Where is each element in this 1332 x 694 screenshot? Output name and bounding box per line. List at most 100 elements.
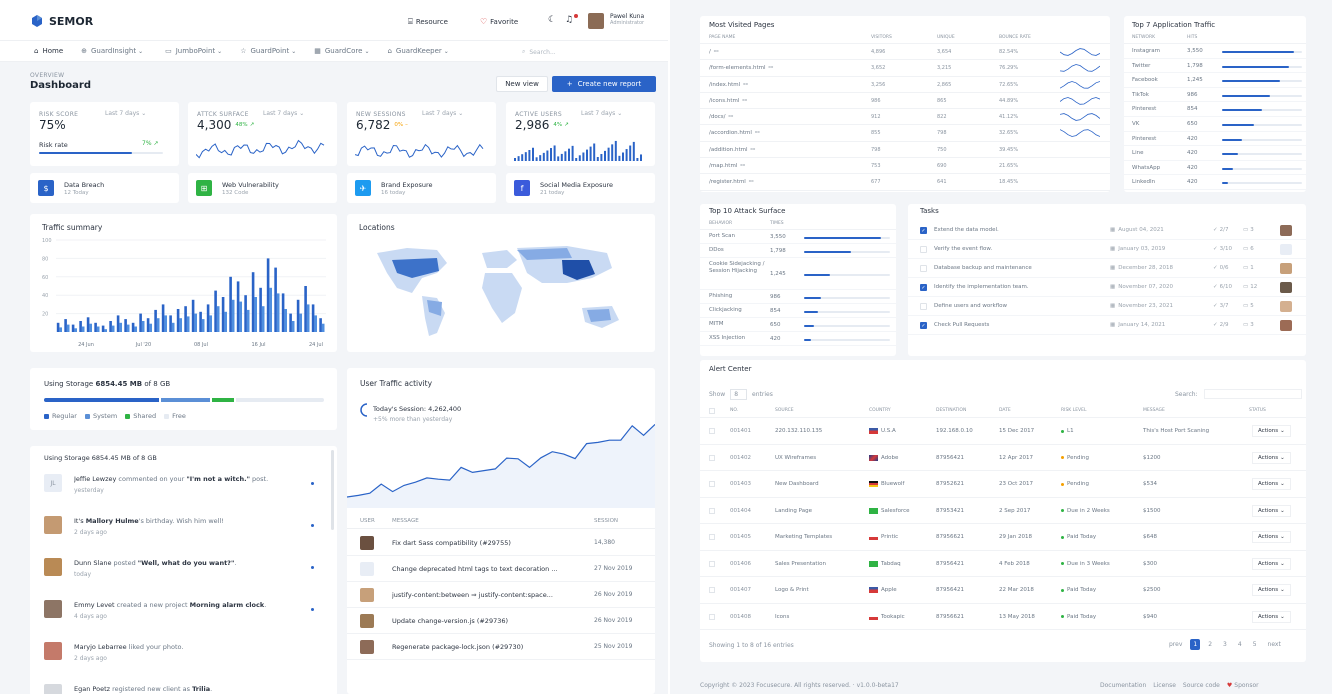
task-row[interactable]: Database backup and maintenance ▦ December…	[908, 259, 1306, 278]
actions-dropdown[interactable]: Actions ⌄	[1252, 478, 1291, 490]
checkbox[interactable]	[920, 303, 927, 310]
kpi-period-select[interactable]: Last 7 days ⌄	[263, 110, 304, 117]
activity-item[interactable]: Emmy Levet created a new project Morning…	[30, 592, 330, 634]
actions-dropdown[interactable]: Actions ⌄	[1252, 610, 1291, 623]
row-checkbox[interactable]	[709, 587, 715, 593]
commit-row[interactable]: justify-content:between ⇒ justify-conten…	[347, 582, 655, 608]
mv-row[interactable]: /form-elements.html ⚯ 3,652 3,215 76.29%	[700, 60, 1110, 77]
kpi-period-select[interactable]: Last 7 days ⌄	[422, 110, 463, 117]
alert-table-row[interactable]: 001406 Sales Presentation Tabdaq 87956421 4 …	[700, 551, 1306, 577]
alert-table-row[interactable]: 001401 220.132.110.135 U.S.A 192.168.0.10 15…	[700, 418, 1306, 445]
row-checkbox[interactable]	[709, 454, 715, 461]
attack-row[interactable]: Clickjacking 854	[700, 304, 896, 318]
activity-item[interactable]: Egan Poetz registered new client as Tril…	[30, 676, 330, 694]
bell-icon[interactable]: ♫	[565, 15, 573, 25]
app-row[interactable]: WhatsApp 420	[1124, 161, 1306, 176]
checkbox[interactable]	[920, 246, 927, 253]
actions-dropdown[interactable]: Actions ⌄	[1252, 504, 1291, 517]
create-report-button[interactable]: + Create new report	[552, 76, 656, 92]
footer-link[interactable]: License	[1153, 682, 1176, 689]
alert-summary-card-2[interactable]: ✈ Brand Exposure 16 today	[347, 173, 496, 203]
alert-summary-card-3[interactable]: f Social Media Exposure 21 today	[506, 173, 655, 203]
task-row[interactable]: ✓ Identify the implementation team. ▦ Novem…	[908, 278, 1306, 297]
app-row[interactable]: Instagram 3,550	[1124, 44, 1306, 59]
new-view-button[interactable]: New view	[496, 76, 548, 92]
commit-row[interactable]: Change deprecated html tags to text deco…	[347, 556, 655, 582]
app-row[interactable]: Pinterest 854	[1124, 102, 1306, 117]
activity-item[interactable]: Dunn Slane posted "Well, what do you wan…	[30, 550, 330, 592]
nav-item-0[interactable]: ⌂ Home	[34, 47, 63, 55]
page-1[interactable]: 1	[1190, 639, 1201, 650]
table-search-input[interactable]	[1203, 389, 1302, 399]
app-row[interactable]: Pinterest 420	[1124, 132, 1306, 147]
activity-item[interactable]: It's Mallory Hulme's birthday. Wish him …	[30, 508, 330, 550]
app-row[interactable]: VK 650	[1124, 117, 1306, 132]
page-5[interactable]: 5	[1250, 639, 1260, 650]
checkbox-checked[interactable]: ✓	[920, 284, 927, 291]
attack-row[interactable]: Cookie Sidejacking / Session Hijacking 1,…	[700, 258, 896, 290]
task-row[interactable]: Verify the event flow. ▦ January 03, 2019 ✓…	[908, 240, 1306, 259]
column-header[interactable]: NO.	[730, 408, 738, 413]
app-row[interactable]: Line 420	[1124, 146, 1306, 161]
mv-row[interactable]: /register.html ⚯ 677 641 18.45%	[700, 174, 1110, 191]
activity-item[interactable]: Maryjo Lebarree liked your photo. 2 days …	[30, 634, 330, 676]
footer-link[interactable]: Sponsor	[1234, 682, 1258, 689]
actions-dropdown[interactable]: Actions ⌄	[1252, 557, 1291, 570]
column-header[interactable]: RISK LEVEL	[1061, 408, 1086, 413]
alert-summary-card-0[interactable]: $ Data Breach 12 Today	[30, 173, 179, 203]
app-row[interactable]: Facebook 1,245	[1124, 73, 1306, 88]
attack-row[interactable]: MITM 650	[700, 318, 896, 332]
actions-dropdown[interactable]: Actions ⌄	[1252, 584, 1291, 596]
alert-table-row[interactable]: 001404 Landing Page Salesforce 87953421 2 Se…	[700, 498, 1306, 524]
nav-item-4[interactable]: ▦ GuardCore ⌄	[314, 47, 369, 55]
resource-link[interactable]: ⌸ Resource	[408, 17, 448, 27]
page-2[interactable]: 2	[1205, 639, 1215, 650]
column-header[interactable]: DATE	[999, 408, 1011, 413]
checkbox-checked[interactable]: ✓	[920, 227, 927, 234]
actions-dropdown[interactable]: Actions ⌄	[1252, 451, 1291, 464]
column-header[interactable]: MESSAGE	[1143, 408, 1165, 413]
page-3[interactable]: 3	[1220, 639, 1230, 650]
row-checkbox[interactable]	[709, 428, 715, 434]
nav-search[interactable]: ⌕ Search...	[522, 46, 652, 58]
mv-row[interactable]: /index.html ⚯ 3,256 2,865 72.65%	[700, 77, 1110, 93]
attack-row[interactable]: Port Scan 3,550	[700, 230, 896, 244]
task-row[interactable]: ✓ Check Pull Requests ▦ January 14, 2021 ✓ 2/…	[908, 316, 1306, 335]
row-checkbox[interactable]	[709, 507, 715, 514]
nav-item-2[interactable]: ▭ JumboPoint ⌄	[165, 47, 222, 55]
commit-row[interactable]: Fix dart Sass compatibility (#29755) 14,3…	[347, 530, 655, 556]
select-all-checkbox[interactable]	[709, 408, 715, 414]
row-checkbox[interactable]	[709, 613, 715, 620]
actions-dropdown[interactable]: Actions ⌄	[1252, 531, 1291, 543]
mv-row[interactable]: /addition.html ⚯ 798 750 39.45%	[700, 142, 1110, 159]
app-row[interactable]: LinkedIn 420	[1124, 175, 1306, 190]
checkbox-checked[interactable]: ✓	[920, 322, 927, 329]
mv-row[interactable]: /map.html ⚯ 753 690 21.65%	[700, 158, 1110, 175]
alert-table-row[interactable]: 001407 Logo & Print Apple 87956421 22 Mar 20…	[700, 577, 1306, 604]
attack-row[interactable]: XSS Injection 420	[700, 332, 896, 346]
page-prev[interactable]: prev	[1166, 639, 1185, 650]
entries-select[interactable]: 8	[730, 389, 748, 400]
mv-row[interactable]: /accordion.html ⚯ 855 798 32.65%	[700, 125, 1110, 142]
task-row[interactable]: ✓ Extend the data model. ▦ August 04, 2021 ✓…	[908, 221, 1306, 240]
alert-table-row[interactable]: 001408 Icons Tookapic 87956621 13 May 2018 Pa…	[700, 604, 1306, 630]
alert-table-row[interactable]: 001402 UX Wireframes Adobe 87956421 12 Apr 2…	[700, 445, 1306, 471]
commit-row[interactable]: Update change-version.js (#29736) 26 Nov …	[347, 608, 655, 634]
activity-item[interactable]: JL Jeffie Lewzey commented on your "I'm n…	[30, 466, 330, 508]
moon-icon[interactable]: ☾	[548, 15, 556, 25]
nav-item-5[interactable]: ⌂ GuardKeeper ⌄	[387, 47, 448, 55]
commit-row[interactable]: Regenerate package-lock.json (#29730) 25 …	[347, 634, 655, 660]
mv-row[interactable]: / ⚯ 4,896 3,654 82.54%	[700, 44, 1110, 61]
column-header[interactable]: COUNTRY	[869, 408, 891, 413]
alert-table-row[interactable]: 001405 Marketing Templates Printic 87956621…	[700, 524, 1306, 551]
activity-scrollbar[interactable]	[331, 450, 334, 530]
alert-table-row[interactable]: 001403 New Dashboard Bluewolf 87952621 23 Oc…	[700, 471, 1306, 498]
app-row[interactable]: Twitter 1,798	[1124, 59, 1306, 74]
task-row[interactable]: Define users and workflow ▦ November 23, 2…	[908, 297, 1306, 316]
row-checkbox[interactable]	[709, 560, 715, 567]
kpi-period-select[interactable]: Last 7 days ⌄	[581, 110, 622, 117]
user-avatar[interactable]	[588, 13, 604, 29]
kpi-period-select[interactable]: Last 7 days ⌄	[105, 110, 146, 117]
footer-link[interactable]: Source code	[1183, 682, 1220, 689]
row-checkbox[interactable]	[709, 481, 715, 487]
